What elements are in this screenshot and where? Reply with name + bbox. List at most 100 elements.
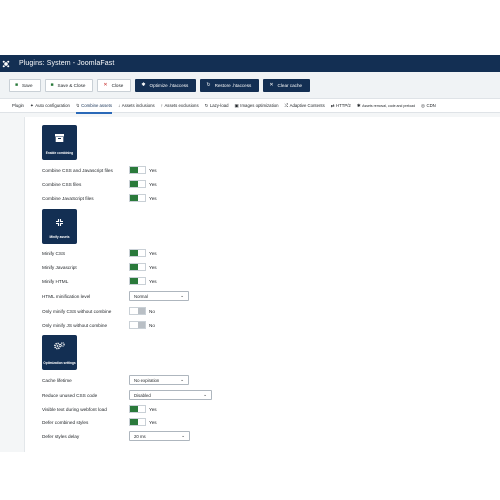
reduce-unused-css-row: Reduce unused CSS code Disabled ⌄: [42, 390, 342, 400]
optimize-htaccess-label: Optimize .htaccess: [149, 82, 189, 88]
restore-htaccess-button[interactable]: ↻ Restore .htaccess: [200, 78, 260, 92]
visible-text-webfont-row: Visible text during webfont load Yes: [42, 404, 342, 414]
tab-images-optimization[interactable]: ▣ Images optimization: [235, 99, 279, 113]
defer-combined-styles-label: Defer combined styles: [42, 419, 89, 425]
save-close-button[interactable]: ■ Save & Close: [44, 78, 94, 92]
tab-label: Assets exclusions: [164, 103, 199, 108]
save-label: Save: [22, 82, 33, 88]
combine-js-row: Combine JavaScript files Yes: [42, 193, 342, 203]
optimization-settings-title: Optimization settings: [43, 360, 76, 365]
cache-lifetime-label: Cache lifetime: [42, 377, 72, 383]
defer-combined-styles-row: Defer combined styles Yes: [42, 417, 342, 427]
enable-combining-card: Enable combining: [42, 125, 77, 160]
only-minify-css-row: Only minify CSS without combine No: [42, 306, 342, 316]
combine-js-toggle[interactable]: [129, 194, 146, 202]
only-minify-js-label: Only minify JS without combine: [42, 322, 108, 328]
only-minify-css-value: No: [149, 308, 155, 314]
top-bar: Plugins: System - JoomlaFast: [0, 55, 500, 72]
minify-html-toggle[interactable]: [129, 277, 146, 285]
combine-css-js-value: Yes: [149, 167, 157, 173]
image-icon: ▣: [234, 102, 239, 108]
tab-plugin[interactable]: Plugin: [12, 99, 24, 113]
minify-html-row: Minify HTML Yes: [42, 276, 342, 286]
combine-css-label: Combine CSS files: [42, 181, 82, 187]
clear-cache-button[interactable]: ✕ Clear cache: [263, 78, 311, 92]
tab-label: CDN: [426, 103, 436, 108]
save-button[interactable]: ■ Save: [9, 78, 41, 92]
tab-assets-exclusions[interactable]: ↑ Assets exclusions: [161, 99, 199, 113]
only-minify-js-row: Only minify JS without combine No: [42, 320, 342, 330]
tab-label: Plugin: [12, 103, 24, 108]
only-minify-js-toggle[interactable]: [129, 321, 146, 329]
gear-icon: ✱: [141, 81, 146, 88]
tab-combine-assets[interactable]: ↯ Combine assets: [75, 99, 113, 114]
minify-html-label: Minify HTML: [42, 278, 69, 284]
minify-assets-card: Minify assets: [42, 209, 77, 244]
minify-js-value: Yes: [149, 264, 157, 270]
visible-text-webfont-toggle[interactable]: [129, 405, 146, 413]
tab-label: HTTP/2: [336, 103, 351, 108]
visible-text-webfont-value: Yes: [149, 406, 157, 412]
tab-label: Assets removal, code and preload: [362, 103, 416, 108]
combine-css-js-toggle[interactable]: [129, 166, 146, 174]
close-button[interactable]: ✕ Close: [97, 78, 132, 92]
reduce-unused-css-select[interactable]: Disabled ⌄: [129, 390, 212, 400]
combine-js-label: Combine JavaScript files: [42, 195, 94, 201]
defer-combined-styles-toggle[interactable]: [129, 418, 146, 426]
tab-cdn[interactable]: ◎ CDN: [421, 99, 436, 113]
defer-styles-delay-label: Defer styles delay: [42, 433, 80, 439]
chevron-down-icon: ⌄: [203, 392, 207, 397]
globe-icon: ◎: [421, 102, 425, 108]
html-minification-level-value: Normal: [134, 293, 148, 299]
tab-assets-inclusions[interactable]: ↓ Assets inclusions: [118, 99, 155, 113]
html-minification-level-select[interactable]: Normal ⌄: [129, 291, 189, 301]
tab-adaptive-contents[interactable]: ⤮ Adaptive Contents: [285, 99, 325, 113]
save-close-label: Save & Close: [57, 82, 86, 88]
tab-assets-removal[interactable]: ✱ Assets removal, code and preload: [357, 99, 415, 113]
tab-bar: Plugin ✦ Auto configuration ↯ Combine asse…: [0, 99, 500, 114]
html-minification-level-label: HTML minification level: [42, 293, 91, 299]
combine-css-toggle[interactable]: [129, 180, 146, 188]
restore-htaccess-label: Restore .htaccess: [214, 82, 252, 88]
minify-css-label: Minify CSS: [42, 250, 66, 256]
archive-icon: [42, 134, 77, 142]
cache-lifetime-row: Cache lifetime No expiration ⌄: [42, 375, 342, 385]
reduce-unused-css-label: Reduce unused CSS code: [42, 392, 98, 398]
shuffle-icon: ⤮: [284, 103, 289, 108]
tab-label: Images optimization: [240, 103, 279, 108]
only-minify-css-toggle[interactable]: [129, 307, 146, 315]
tab-label: Lazy-load: [209, 103, 229, 108]
chevron-down-icon: ⌄: [181, 433, 185, 438]
close-label: Close: [111, 82, 124, 88]
minify-js-label: Minify Javascript: [42, 264, 77, 270]
floppy-disk-icon: ■: [50, 81, 54, 88]
tab-label: Auto configuration: [35, 103, 70, 108]
sync-icon: ⇄: [330, 102, 335, 108]
combine-js-value: Yes: [149, 195, 157, 201]
defer-styles-delay-select[interactable]: 20 ms ⌄: [129, 431, 190, 441]
minify-js-row: Minify Javascript Yes: [42, 262, 342, 272]
page-title: Plugins: System - JoomlaFast: [19, 60, 115, 67]
download-icon: ↓: [117, 103, 121, 108]
bolt-icon: ↯: [75, 102, 80, 108]
settings-panel: Enable combining Combine CSS and Javascr…: [24, 117, 500, 452]
chevron-down-icon: ⌄: [180, 377, 184, 382]
cache-lifetime-select[interactable]: No expiration ⌄: [129, 375, 189, 385]
tab-auto-configuration[interactable]: ✦ Auto configuration: [30, 99, 70, 113]
minify-css-toggle[interactable]: [129, 249, 146, 257]
minify-js-toggle[interactable]: [129, 263, 146, 271]
reduce-unused-css-value: Disabled: [134, 392, 151, 398]
optimize-htaccess-button[interactable]: ✱ Optimize .htaccess: [135, 78, 197, 92]
tab-lazy-load[interactable]: ↻ Lazy-load: [205, 99, 229, 113]
refresh-icon: ↻: [204, 102, 209, 108]
compress-icon: [42, 218, 77, 227]
floppy-disk-icon: ■: [15, 81, 19, 88]
optimization-settings-card: Optimization settings: [42, 335, 77, 370]
only-minify-js-value: No: [149, 322, 155, 328]
combine-css-js-row: Combine CSS and Javascript files Yes: [42, 165, 342, 175]
close-icon: ✕: [269, 81, 274, 88]
minify-assets-title: Minify assets: [49, 234, 70, 239]
wand-icon: ✦: [29, 102, 34, 108]
tab-http2[interactable]: ⇄ HTTP/2: [331, 99, 351, 113]
joomla-logo-icon[interactable]: [0, 55, 12, 72]
